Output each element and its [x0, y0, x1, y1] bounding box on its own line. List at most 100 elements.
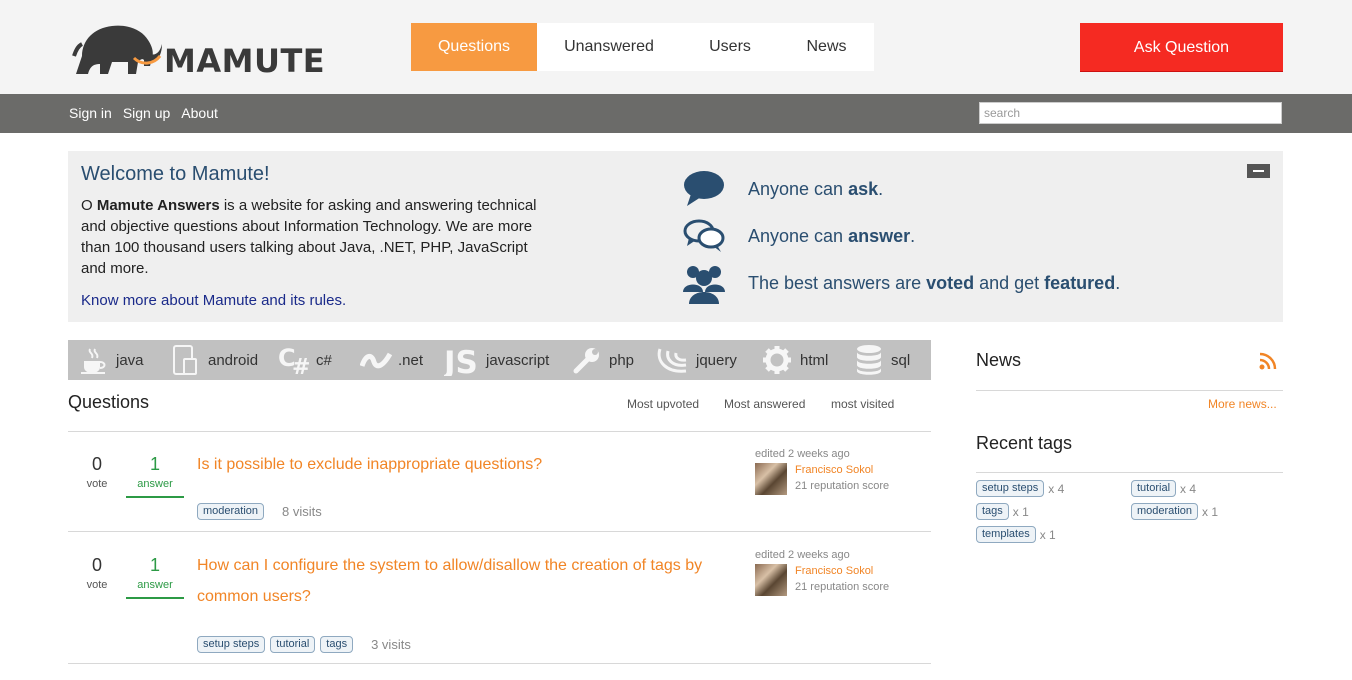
tag-templates[interactable]: templates [976, 526, 1036, 543]
tag-setup-steps[interactable]: setup steps [976, 480, 1045, 497]
tag-count: x 1 [1012, 504, 1029, 519]
tagbar-label: javascript [486, 351, 550, 369]
vote-label: vote [86, 478, 108, 490]
feature-ask-after: . [878, 178, 884, 199]
dotnet-icon [360, 352, 392, 369]
csharp-icon: C# [278, 344, 310, 376]
visit-count: 8 visits [282, 504, 322, 519]
question-tags: moderation 8 visits [197, 503, 322, 520]
ask-question-button[interactable]: Ask Question [1080, 23, 1283, 72]
recent-tag-item: templates x 1 [976, 526, 1056, 543]
tag-count: x 4 [1048, 481, 1065, 496]
collapse-button[interactable] [1247, 164, 1270, 178]
feature-answer-bold: answer [848, 225, 911, 246]
feature-ask-bold: ask [848, 178, 879, 199]
feature-answer-before: Anyone can [748, 225, 849, 246]
know-more-link[interactable]: Know more about Mamute and its rules. [81, 292, 346, 309]
sign-in-link[interactable]: Sign in [69, 105, 112, 121]
tagbar-java[interactable]: java [80, 340, 144, 380]
feature-ask-text: Anyone can ask. [748, 179, 883, 200]
vote-label: vote [86, 579, 108, 591]
tag-tags[interactable]: tags [320, 636, 354, 653]
phone-icon [173, 345, 197, 375]
vote-count: 0 vote [81, 555, 113, 591]
reputation-score: 21 reputation score [795, 581, 890, 593]
wrench-icon [573, 348, 599, 374]
feature-voted-text: The best answers are voted and get featu… [748, 273, 1120, 294]
recent-tag-item: setup steps x 4 [976, 480, 1064, 497]
tag-tags[interactable]: tags [976, 503, 1009, 520]
logo[interactable]: MAMUTE [72, 16, 326, 80]
user-link[interactable]: Francisco Sokol [795, 464, 873, 476]
welcome-desc-prefix: O [81, 197, 97, 214]
account-links: Sign in Sign up About [69, 105, 218, 121]
news-title: News [976, 350, 1022, 370]
more-news-link[interactable]: More news... [1208, 397, 1277, 411]
question-row: 0 vote 1 answer How can I configure the … [68, 533, 931, 663]
feature-voted-bold: voted [926, 272, 975, 293]
tagbar-javascript[interactable]: JS javascript [444, 340, 549, 380]
tagbar-php[interactable]: php [573, 340, 634, 380]
recent-tags-title: Recent tags [976, 433, 1073, 453]
question-title-link[interactable]: How can I configure the system to allow/… [197, 550, 737, 612]
visit-count: 3 visits [371, 637, 411, 652]
user-link[interactable]: Francisco Sokol [795, 565, 873, 577]
tagbar-label: android [208, 351, 259, 369]
tag-moderation[interactable]: moderation [197, 503, 265, 520]
nav-users[interactable]: Users [681, 23, 779, 71]
tag-tutorial[interactable]: tutorial [270, 636, 316, 653]
tagbar-label: c# [316, 351, 332, 369]
tagbar-jquery[interactable]: jquery [656, 340, 737, 380]
tag-count: x 1 [1202, 504, 1219, 519]
vote-number: 0 [91, 555, 102, 575]
welcome-desc-bold: Mamute Answers [96, 197, 220, 214]
avatar[interactable] [755, 463, 787, 495]
sign-up-link[interactable]: Sign up [123, 105, 170, 121]
sort-most-answered[interactable]: Most answered [724, 397, 805, 411]
logo-text: MAMUTE [164, 42, 326, 80]
feature-answer-text: Anyone can answer. [748, 226, 915, 247]
avatar[interactable] [755, 564, 787, 596]
jquery-icon [657, 348, 687, 373]
sort-most-upvoted[interactable]: Most upvoted [627, 397, 699, 411]
tagbar-dotnet[interactable]: .net [360, 340, 423, 380]
top-bar: Sign in Sign up About [0, 94, 1352, 133]
nav-news[interactable]: News [779, 23, 874, 71]
tagbar-label: jquery [696, 351, 737, 369]
about-link[interactable]: About [181, 105, 218, 121]
answer-number: 1 [149, 555, 160, 575]
tag-setup-steps[interactable]: setup steps [197, 636, 266, 653]
tagbar-sql[interactable]: sql [855, 340, 910, 380]
question-title-link[interactable]: Is it possible to exclude inappropriate … [197, 449, 737, 480]
edited-time: edited 2 weeks ago [755, 549, 850, 561]
tagbar-label: php [609, 351, 635, 369]
welcome-title: Welcome to Mamute! [81, 163, 270, 185]
main-nav: Questions Unanswered Users News [411, 23, 874, 71]
divider [68, 663, 931, 664]
tag-tutorial[interactable]: tutorial [1131, 480, 1177, 497]
feature-voted-bold2: featured [1044, 272, 1116, 293]
chat-bubbles-icon [682, 214, 726, 258]
gear-icon [763, 346, 791, 374]
vote-number: 0 [91, 454, 102, 474]
divider [976, 472, 1283, 473]
tagbar-html[interactable]: html [762, 340, 828, 380]
question-meta: edited 2 weeks ago Francisco Sokol 21 re… [755, 549, 889, 596]
nav-unanswered[interactable]: Unanswered [537, 23, 681, 71]
tagbar-android[interactable]: android [172, 340, 258, 380]
question-tags: setup steps tutorial tags 3 visits [197, 636, 411, 653]
nav-questions[interactable]: Questions [411, 23, 537, 71]
recent-tag-item: moderation x 1 [1131, 503, 1218, 520]
tagbar-csharp[interactable]: C # c# [278, 340, 332, 380]
recent-tag-item: tags x 1 [976, 503, 1029, 520]
tag-moderation[interactable]: moderation [1131, 503, 1199, 520]
tagbar-label: html [800, 351, 829, 369]
feature-voted-after: . [1115, 272, 1121, 293]
feature-voted-before: The best answers are [748, 272, 927, 293]
popular-tags-bar: java android C # c# .net JS javascript ph… [68, 340, 931, 380]
sort-most-visited[interactable]: most visited [831, 397, 894, 411]
rss-icon[interactable] [1259, 352, 1277, 370]
coffee-cup-icon [81, 348, 106, 374]
tagbar-label: java [116, 351, 144, 369]
search-input[interactable] [979, 102, 1282, 124]
